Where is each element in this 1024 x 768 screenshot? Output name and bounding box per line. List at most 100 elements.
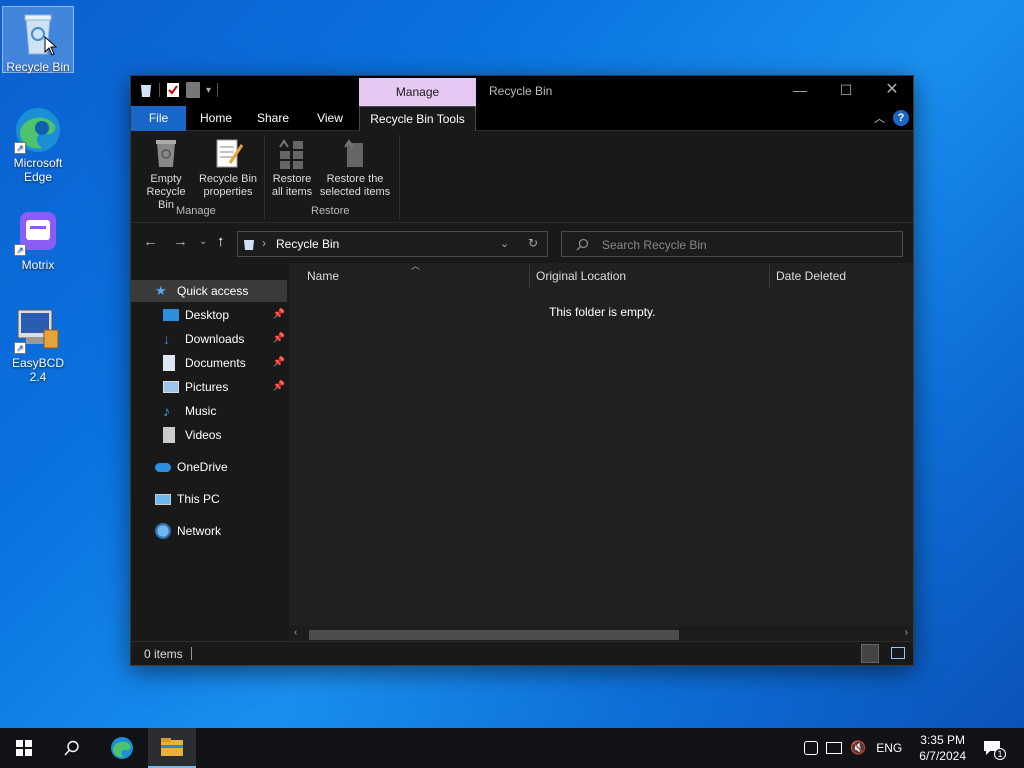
group-label-restore: Restore [311,205,350,217]
close-button[interactable]: ✕ [869,76,915,106]
meet-now-icon[interactable] [804,741,818,755]
taskbar: 🔇 ENG 3:35 PM 6/7/2024 1 [0,728,1024,768]
group-label-manage: Manage [176,205,216,217]
nav-item-label: Downloads [185,332,245,346]
refresh-icon[interactable]: ↻ [528,236,538,250]
desktop-icon-recycle-bin[interactable]: Recycle Bin [2,6,74,74]
maximize-button[interactable]: ☐ [823,76,869,106]
nav-item-music[interactable]: ♪ Music [131,400,287,422]
file-explorer-icon [161,738,183,756]
videos-icon [163,427,175,443]
pin-icon: 📌 [272,381,285,392]
empty-recycle-bin-icon [150,137,182,169]
forward-arrow-icon[interactable]: → [173,233,188,250]
recent-locations-chevron-icon[interactable]: ⌄ [199,236,207,247]
restore-all-items-label-2: all items [271,186,313,198]
nav-item-network[interactable]: Network [131,520,287,542]
restore-selected-icon [339,137,371,169]
column-header-date-deleted[interactable]: Date Deleted [776,269,846,283]
scrollbar-thumb[interactable] [309,630,679,640]
restore-all-items-label-1: Restore [272,173,312,185]
scroll-left-icon[interactable]: ‹ [294,627,297,638]
new-folder-icon[interactable] [186,82,200,98]
tab-file[interactable]: File [131,106,186,131]
file-list-pane[interactable]: ︿ Name Original Location Date Deleted Th… [289,261,913,643]
restore-selected-items-button[interactable]: Restore the selected items [317,137,393,199]
ribbon-group-divider [264,135,265,219]
taskbar-file-explorer[interactable] [148,728,196,768]
nav-item-downloads[interactable]: ↓ Downloads 📌 [131,328,287,350]
nav-item-label: OneDrive [177,460,228,474]
tab-recycle-bin-tools[interactable]: Recycle Bin Tools [359,106,476,131]
nav-item-documents[interactable]: Documents 📌 [131,352,287,374]
tab-home[interactable]: Home [191,106,241,131]
address-dropdown-chevron-icon[interactable]: ⌄ [500,237,509,250]
nav-item-quick-access[interactable]: ★ Quick access [131,280,287,302]
desktop-icon-microsoft-edge[interactable]: ↗ Microsoft Edge [2,106,74,184]
details-view-icon[interactable] [861,644,879,663]
search-icon [576,238,589,251]
search-input[interactable]: Search Recycle Bin [561,231,903,257]
column-divider[interactable] [769,265,770,289]
nav-item-label: Quick access [177,284,249,298]
restore-all-icon [276,137,308,169]
large-icons-view-icon[interactable] [891,647,905,659]
search-button[interactable] [48,728,96,768]
nav-item-this-pc[interactable]: This PC [131,488,287,510]
customize-toolbar-icon[interactable]: ▾ [206,85,211,96]
ribbon-controls: ︿ ? [874,110,909,126]
address-path[interactable]: Recycle Bin [276,237,339,251]
windows-logo-icon [16,740,32,756]
action-center-button[interactable]: 1 [970,728,1014,768]
restore-all-items-button[interactable]: Restore all items [267,137,317,199]
shortcut-arrow-icon: ↗ [14,244,26,256]
help-icon[interactable]: ? [893,110,909,126]
nav-item-pictures[interactable]: Pictures 📌 [131,376,287,398]
nav-item-label: Desktop [185,308,230,322]
nav-item-onedrive[interactable]: OneDrive [131,456,287,478]
status-bar: 0 items [131,641,913,665]
taskbar-edge[interactable] [98,728,146,768]
address-box[interactable]: › Recycle Bin ⌄ ↻ [237,231,548,257]
empty-recycle-bin-button[interactable]: Empty Recycle Bin [137,137,195,212]
start-button[interactable] [0,728,48,768]
network-status-icon[interactable] [826,742,842,754]
empty-recycle-bin-label-1: Empty [150,173,182,185]
window-title: Recycle Bin [489,84,553,98]
address-bar-row: ← → ⌄ ↑ › Recycle Bin ⌄ ↻ Search Recycle… [131,223,913,263]
star-icon: ★ [155,283,167,298]
tab-view[interactable]: View [305,106,355,131]
column-header-original-location[interactable]: Original Location [536,269,626,283]
edge-icon: ↗ [14,106,62,154]
pin-icon: 📌 [272,357,285,368]
nav-item-desktop[interactable]: Desktop 📌 [131,304,287,326]
item-count: 0 items [144,647,183,661]
input-language[interactable]: ENG [876,741,902,755]
column-header-name[interactable]: Name [307,269,339,283]
up-arrow-icon[interactable]: ↑ [217,233,225,250]
nav-item-label: Documents [185,356,246,370]
ribbon: Empty Recycle Bin Recycle Bin properties… [131,131,913,223]
back-arrow-icon[interactable]: ← [143,233,158,250]
collapse-ribbon-icon[interactable]: ︿ [874,110,885,126]
volume-muted-icon[interactable]: 🔇 [850,740,866,756]
easybcd-icon: ↗ [14,306,62,354]
nav-item-label: This PC [177,492,220,506]
properties-icon[interactable] [166,82,180,98]
scroll-right-icon[interactable]: › [905,627,908,638]
desktop-icon-motrix[interactable]: ↗ Motrix [2,208,74,272]
minimize-button[interactable]: — [777,76,823,106]
mouse-cursor-icon [44,36,58,56]
desktop-icon-easybcd[interactable]: ↗ EasyBCD 2.4 [2,306,74,384]
desktop-folder-icon [163,309,179,321]
recycle-bin-properties-label-1: Recycle Bin [198,173,258,185]
tab-share[interactable]: Share [247,106,299,131]
content-area: ★ Quick access Desktop 📌 ↓ Downloads 📌 D… [131,261,913,643]
title-bar[interactable]: ▾ Manage Recycle Bin — ☐ ✕ [131,76,913,106]
explorer-window[interactable]: ▾ Manage Recycle Bin — ☐ ✕ File Home Sha… [130,75,914,666]
clock[interactable]: 3:35 PM 6/7/2024 [919,732,966,764]
nav-item-videos[interactable]: Videos [131,424,287,446]
column-divider[interactable] [529,265,530,289]
recycle-bin-properties-button[interactable]: Recycle Bin properties [197,137,259,199]
clock-date: 6/7/2024 [919,749,966,763]
